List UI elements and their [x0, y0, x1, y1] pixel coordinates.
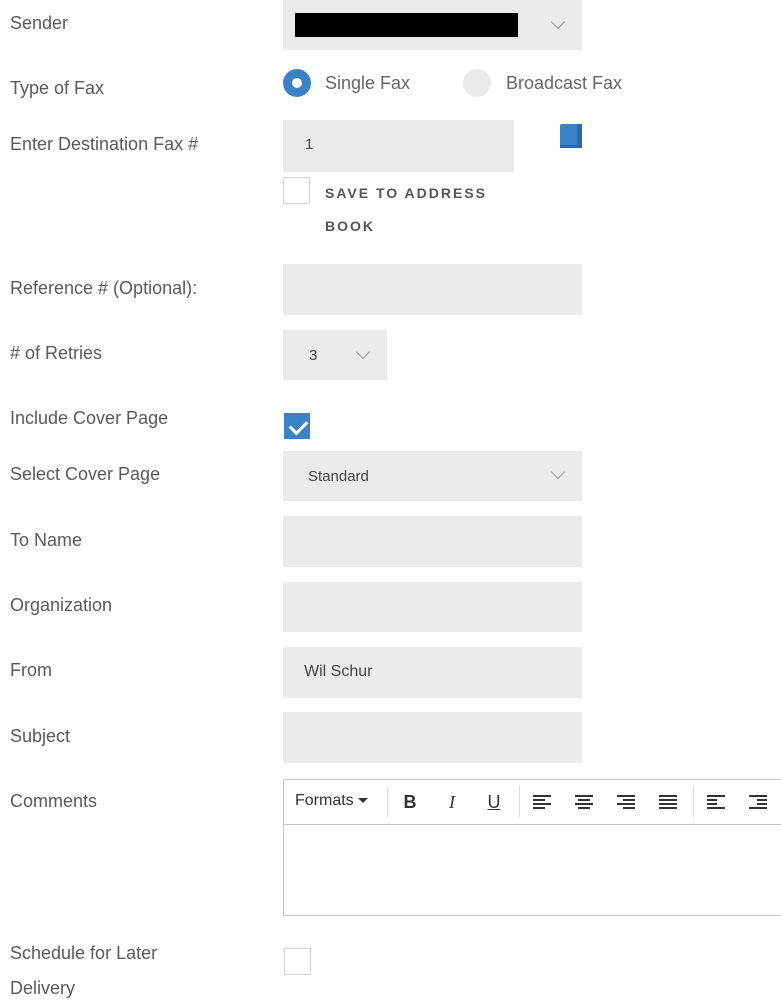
- from-label: From: [10, 660, 52, 680]
- formats-label: Formats: [295, 792, 354, 809]
- broadcast-fax-radio[interactable]: [463, 69, 491, 97]
- include-cover-checkbox[interactable]: [284, 413, 310, 439]
- indent-icon[interactable]: [749, 795, 767, 809]
- save-to-address-book-label-line1[interactable]: SAVE TO ADDRESS: [325, 176, 487, 210]
- single-fax-label[interactable]: Single Fax: [325, 69, 410, 97]
- cover-page-select[interactable]: Standard: [283, 451, 582, 501]
- schedule-later-checkbox[interactable]: [284, 948, 311, 975]
- formats-dropdown[interactable]: Formats: [295, 792, 368, 810]
- align-justify-icon[interactable]: [659, 795, 677, 809]
- toolbar-divider: [693, 786, 694, 818]
- italic-button[interactable]: I: [441, 791, 463, 813]
- retries-label: # of Retries: [10, 343, 103, 363]
- editor-toolbar: Formats B I U: [284, 780, 781, 825]
- reference-label: Reference # (Optional):: [10, 278, 198, 298]
- select-cover-label: Select Cover Page: [10, 464, 161, 484]
- reference-input[interactable]: [283, 264, 582, 315]
- toolbar-divider: [519, 786, 520, 818]
- retries-value: 3: [309, 347, 318, 364]
- toolbar-divider: [387, 786, 388, 818]
- bold-button[interactable]: B: [399, 791, 421, 813]
- destination-fax-input[interactable]: 1: [283, 120, 514, 172]
- sender-label: Sender: [10, 13, 69, 33]
- comments-label: Comments: [10, 791, 98, 811]
- to-name-input[interactable]: [283, 516, 582, 567]
- to-name-label: To Name: [10, 530, 83, 550]
- chevron-down-icon: [355, 344, 371, 360]
- comments-editor[interactable]: Formats B I U: [283, 779, 781, 916]
- caret-down-icon: [357, 798, 368, 804]
- retries-select[interactable]: 3: [283, 330, 387, 380]
- chevron-down-icon: [550, 14, 566, 30]
- chevron-down-icon: [550, 464, 566, 480]
- from-value: Wil Schur: [304, 663, 373, 680]
- outdent-icon[interactable]: [707, 795, 725, 809]
- subject-input[interactable]: [283, 712, 582, 763]
- align-right-icon[interactable]: [617, 795, 635, 809]
- align-left-icon[interactable]: [533, 795, 551, 809]
- single-fax-radio[interactable]: [283, 69, 311, 97]
- fax-type-label: Type of Fax: [10, 78, 105, 98]
- include-cover-label: Include Cover Page: [10, 408, 169, 428]
- underline-button[interactable]: U: [483, 791, 505, 813]
- destination-fax-value: 1: [305, 136, 314, 153]
- address-book-icon[interactable]: [557, 122, 585, 150]
- align-center-icon[interactable]: [575, 795, 593, 809]
- save-to-address-book-checkbox[interactable]: [283, 177, 310, 204]
- schedule-label-line1: Schedule for Later: [10, 943, 158, 963]
- from-input[interactable]: Wil Schur: [283, 647, 582, 698]
- save-to-address-book-label-line2[interactable]: BOOK: [325, 209, 375, 243]
- broadcast-fax-label[interactable]: Broadcast Fax: [506, 69, 622, 97]
- sender-select[interactable]: [283, 0, 582, 50]
- cover-page-value: Standard: [308, 468, 369, 485]
- organization-label: Organization: [10, 595, 113, 615]
- destination-label: Enter Destination Fax #: [10, 134, 199, 154]
- organization-input[interactable]: [283, 582, 582, 632]
- subject-label: Subject: [10, 726, 71, 746]
- sender-value-redacted: [295, 13, 518, 37]
